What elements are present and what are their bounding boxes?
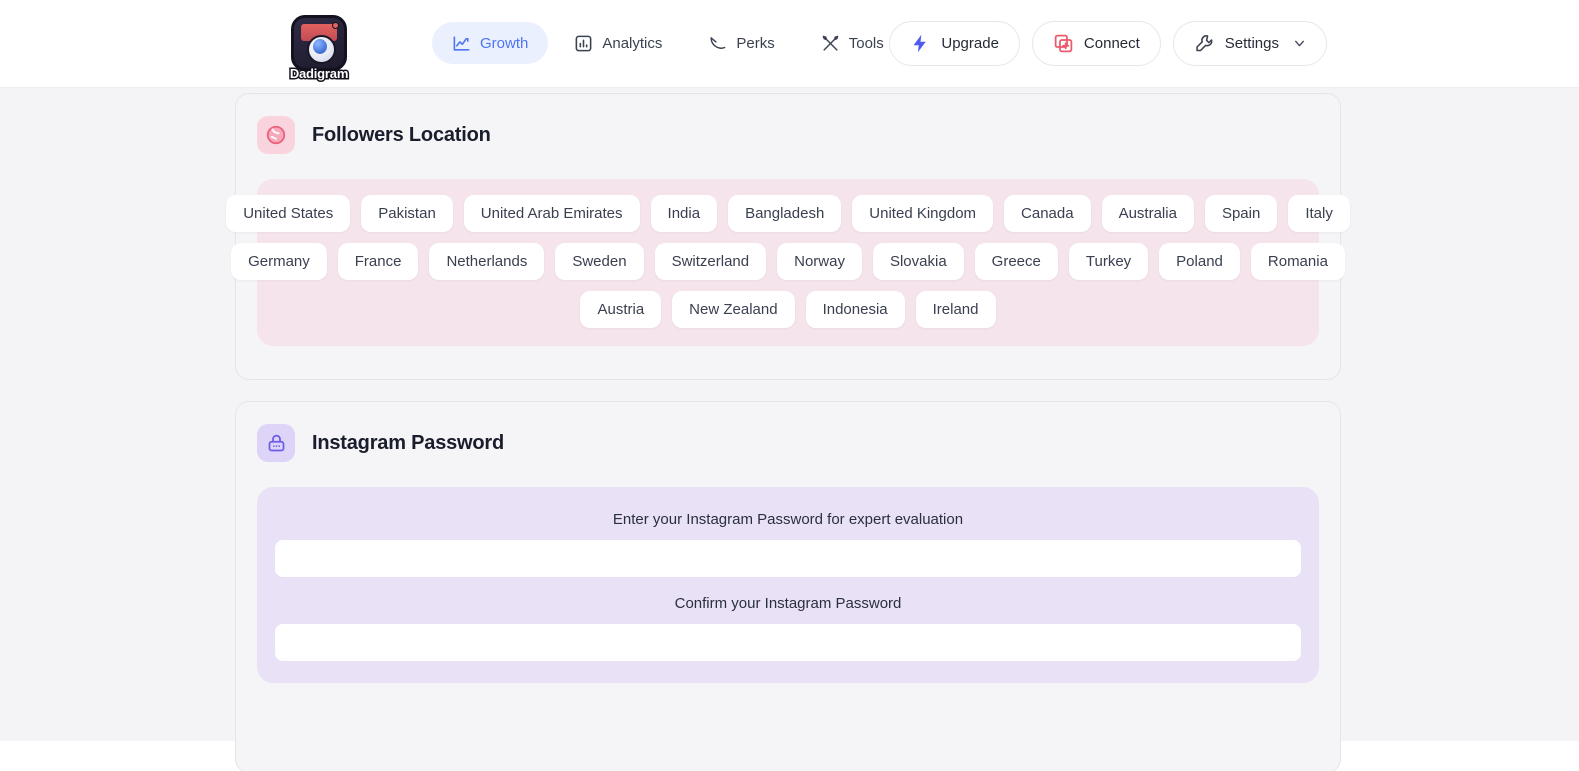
connect-button[interactable]: Connect xyxy=(1032,21,1161,66)
nav-label-perks: Perks xyxy=(736,35,774,52)
country-chip[interactable]: Australia xyxy=(1102,195,1194,232)
country-chip[interactable]: Romania xyxy=(1251,243,1345,280)
crossed-tools-icon xyxy=(821,34,840,53)
app-root: Dadigram Growth Analytics xyxy=(0,0,1579,771)
nav-item-perks[interactable]: Perks xyxy=(688,22,794,64)
country-chip[interactable]: New Zealand xyxy=(672,291,794,328)
country-chip[interactable]: Sweden xyxy=(555,243,643,280)
country-chip[interactable]: Spain xyxy=(1205,195,1277,232)
country-chip[interactable]: Norway xyxy=(777,243,862,280)
add-frame-icon xyxy=(1053,33,1074,54)
country-chip[interactable]: Greece xyxy=(975,243,1058,280)
app-header: Dadigram Growth Analytics xyxy=(0,0,1579,88)
connect-button-label: Connect xyxy=(1084,35,1140,52)
country-chip[interactable]: Canada xyxy=(1004,195,1091,232)
nav-item-growth[interactable]: Growth xyxy=(432,22,548,64)
country-chip[interactable]: France xyxy=(338,243,419,280)
followers-location-panel: United States Pakistan United Arab Emira… xyxy=(257,179,1319,346)
country-chip[interactable]: India xyxy=(651,195,718,232)
country-chip[interactable]: United Kingdom xyxy=(852,195,993,232)
country-chip[interactable]: Ireland xyxy=(916,291,996,328)
comet-star-icon xyxy=(708,34,727,53)
country-chip[interactable]: Bangladesh xyxy=(728,195,841,232)
country-chip[interactable]: Poland xyxy=(1159,243,1240,280)
followers-location-header: Followers Location xyxy=(236,94,1340,154)
globe-icon xyxy=(257,116,295,154)
nav-item-analytics[interactable]: Analytics xyxy=(554,22,682,64)
chevron-down-icon xyxy=(1289,37,1306,50)
page-content: Followers Location United States Pakista… xyxy=(0,88,1579,741)
nav-label-analytics: Analytics xyxy=(602,35,662,52)
instagram-password-panel: Enter your Instagram Password for expert… xyxy=(257,487,1319,683)
country-chip[interactable]: Pakistan xyxy=(361,195,453,232)
dadigram-camera-eye-logo-icon xyxy=(291,15,347,71)
nav-label-tools: Tools xyxy=(849,35,884,52)
header-actions: Upgrade Connect Settin xyxy=(889,21,1327,66)
instagram-password-title: Instagram Password xyxy=(312,432,504,455)
country-chip[interactable]: United States xyxy=(226,195,350,232)
password-input[interactable] xyxy=(275,540,1301,577)
line-chart-up-icon xyxy=(452,34,471,53)
wrench-icon xyxy=(1194,33,1215,54)
lock-icon xyxy=(257,424,295,462)
country-chip-row: Germany France Netherlands Sweden Switze… xyxy=(277,243,1299,280)
confirm-password-input[interactable] xyxy=(275,624,1301,661)
brand-logo[interactable]: Dadigram xyxy=(287,5,351,79)
instagram-password-card: Instagram Password Enter your Instagram … xyxy=(235,401,1341,771)
country-chip[interactable]: Indonesia xyxy=(806,291,905,328)
nav-item-tools[interactable]: Tools xyxy=(801,22,904,64)
bar-chart-icon xyxy=(574,34,593,53)
settings-button[interactable]: Settings xyxy=(1173,21,1327,66)
upgrade-button[interactable]: Upgrade xyxy=(889,21,1020,66)
confirm-password-field-label: Confirm your Instagram Password xyxy=(275,591,1301,624)
followers-location-card: Followers Location United States Pakista… xyxy=(235,93,1341,380)
settings-button-label: Settings xyxy=(1225,35,1279,52)
main-nav: Growth Analytics Perks xyxy=(432,22,904,64)
country-chip[interactable]: Italy xyxy=(1288,195,1350,232)
country-chip[interactable]: Turkey xyxy=(1069,243,1148,280)
country-chip[interactable]: Netherlands xyxy=(429,243,544,280)
country-chip-row: United States Pakistan United Arab Emira… xyxy=(277,195,1299,232)
country-chip[interactable]: Slovakia xyxy=(873,243,964,280)
country-chip-row: Austria New Zealand Indonesia Ireland xyxy=(277,291,1299,328)
instagram-password-header: Instagram Password xyxy=(236,402,1340,462)
nav-label-growth: Growth xyxy=(480,35,528,52)
country-chip[interactable]: Switzerland xyxy=(655,243,767,280)
lightning-bolt-icon xyxy=(910,33,931,54)
followers-location-title: Followers Location xyxy=(312,124,491,147)
upgrade-button-label: Upgrade xyxy=(941,35,999,52)
country-chip[interactable]: Germany xyxy=(231,243,327,280)
country-chip[interactable]: Austria xyxy=(580,291,661,328)
password-field-label: Enter your Instagram Password for expert… xyxy=(275,507,1301,540)
country-chip[interactable]: United Arab Emirates xyxy=(464,195,640,232)
brand-name: Dadigram xyxy=(290,66,348,81)
